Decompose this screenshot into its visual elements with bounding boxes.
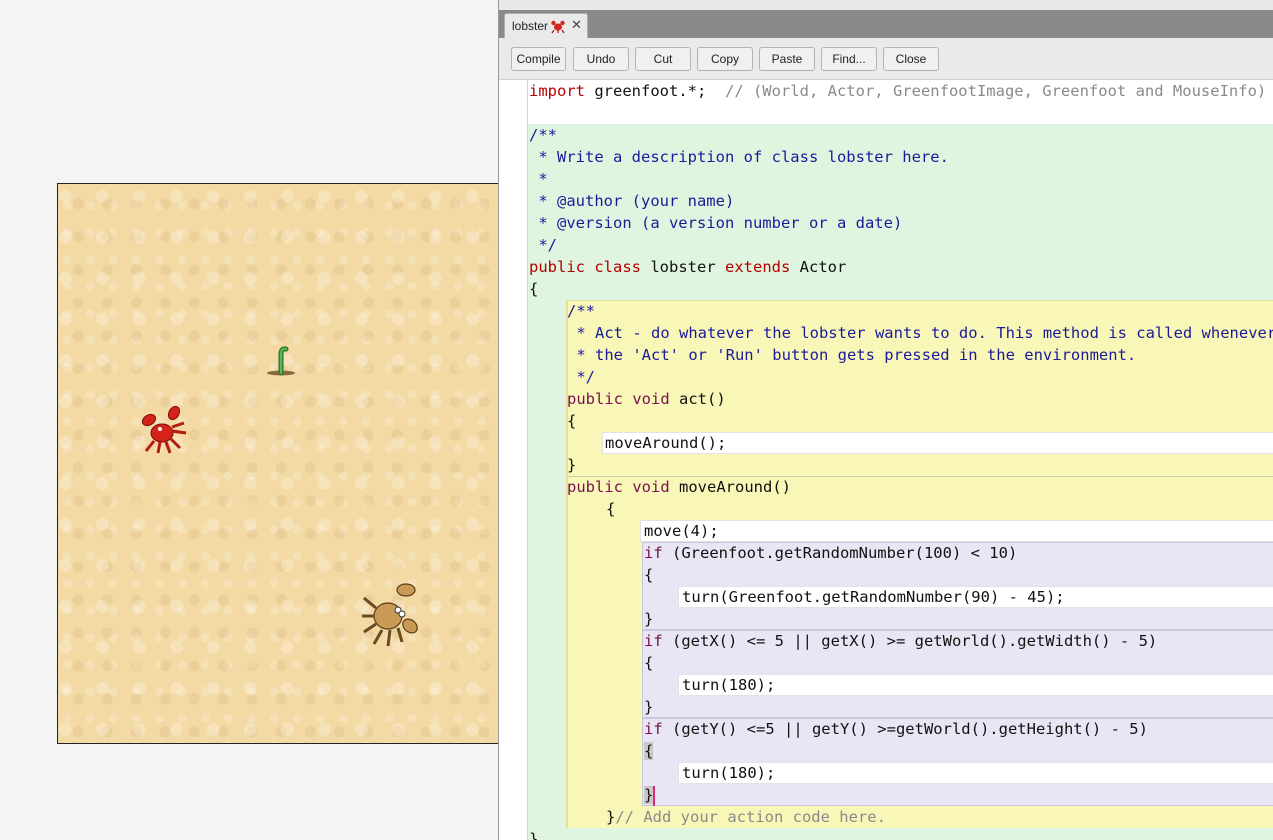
code-line[interactable]: turn(180); bbox=[682, 762, 775, 784]
code-area[interactable]: import greenfoot.*; // (World, Actor, Gr… bbox=[499, 80, 1273, 840]
code-line[interactable]: /** bbox=[567, 300, 595, 322]
code-line[interactable]: } bbox=[529, 828, 538, 840]
code-line[interactable]: turn(180); bbox=[682, 674, 775, 696]
code-line[interactable]: * the 'Act' or 'Run' button gets pressed… bbox=[567, 344, 1136, 366]
lobster-icon[interactable] bbox=[136, 399, 192, 457]
code-line[interactable]: */ bbox=[567, 366, 595, 388]
tab-bar: lobster ✕ bbox=[499, 10, 1273, 38]
code-line[interactable]: /** bbox=[529, 124, 557, 146]
code-line[interactable]: } bbox=[644, 784, 656, 806]
code-line[interactable]: } bbox=[644, 608, 653, 630]
code-line[interactable]: } bbox=[567, 454, 576, 476]
statement-block bbox=[640, 520, 1273, 542]
code-line[interactable]: { bbox=[644, 740, 654, 762]
paste-button[interactable]: Paste bbox=[759, 47, 815, 71]
crab-icon[interactable] bbox=[358, 574, 430, 654]
lobster-icon bbox=[551, 20, 565, 34]
matched-brace: { bbox=[644, 742, 654, 760]
code-line[interactable]: turn(Greenfoot.getRandomNumber(90) - 45)… bbox=[682, 586, 1065, 608]
code-line[interactable]: public void act() bbox=[567, 388, 726, 410]
code-line[interactable]: if (Greenfoot.getRandomNumber(100) < 10) bbox=[644, 542, 1017, 564]
code-line[interactable]: * bbox=[529, 168, 557, 190]
code-line[interactable]: { bbox=[567, 410, 576, 432]
code-line[interactable]: { bbox=[644, 652, 653, 674]
code-line[interactable]: moveAround(); bbox=[605, 432, 726, 454]
tab-label: lobster bbox=[512, 19, 549, 33]
code-line[interactable]: public class lobster extends Actor bbox=[529, 256, 846, 278]
compile-button[interactable]: Compile bbox=[511, 47, 566, 71]
close-button[interactable]: Close bbox=[883, 47, 939, 71]
code-line[interactable]: }// Add your action code here. bbox=[606, 806, 886, 828]
worm-icon[interactable] bbox=[263, 344, 299, 378]
code-line[interactable]: * Write a description of class lobster h… bbox=[529, 146, 949, 168]
line-gutter[interactable] bbox=[499, 80, 528, 840]
code-line[interactable]: * @author (your name) bbox=[529, 190, 744, 212]
code-line[interactable]: move(4); bbox=[644, 520, 719, 542]
code-line[interactable]: if (getX() <= 5 || getX() >= getWorld().… bbox=[644, 630, 1157, 652]
world-view[interactable] bbox=[57, 183, 498, 744]
editor-toolbar: Compile Undo Cut Copy Paste Find... Clos… bbox=[499, 38, 1273, 80]
code-line[interactable]: { bbox=[644, 564, 653, 586]
code-line[interactable]: * @version (a version number or a date) bbox=[529, 212, 902, 234]
find-button[interactable]: Find... bbox=[821, 47, 877, 71]
code-line[interactable]: if (getY() <=5 || getY() >=getWorld().ge… bbox=[644, 718, 1148, 740]
undo-button[interactable]: Undo bbox=[573, 47, 629, 71]
code-line[interactable]: */ bbox=[529, 234, 557, 256]
code-line[interactable]: import greenfoot.*; // (World, Actor, Gr… bbox=[529, 80, 1266, 102]
code-line[interactable]: } bbox=[644, 696, 653, 718]
editor-window: lobster ✕ Compile Undo Cut Copy Paste Fi… bbox=[498, 0, 1273, 840]
cut-button[interactable]: Cut bbox=[635, 47, 691, 71]
copy-button[interactable]: Copy bbox=[697, 47, 753, 71]
close-icon[interactable]: ✕ bbox=[571, 17, 582, 33]
code-line[interactable]: { bbox=[529, 278, 538, 300]
tab-lobster[interactable]: lobster ✕ bbox=[504, 13, 588, 38]
code-line[interactable]: public void moveAround() bbox=[567, 476, 791, 498]
text-cursor bbox=[653, 785, 656, 806]
code-line[interactable]: * Act - do whatever the lobster wants to… bbox=[567, 322, 1273, 344]
matched-brace: } bbox=[644, 786, 654, 804]
code-line[interactable]: { bbox=[606, 498, 615, 520]
